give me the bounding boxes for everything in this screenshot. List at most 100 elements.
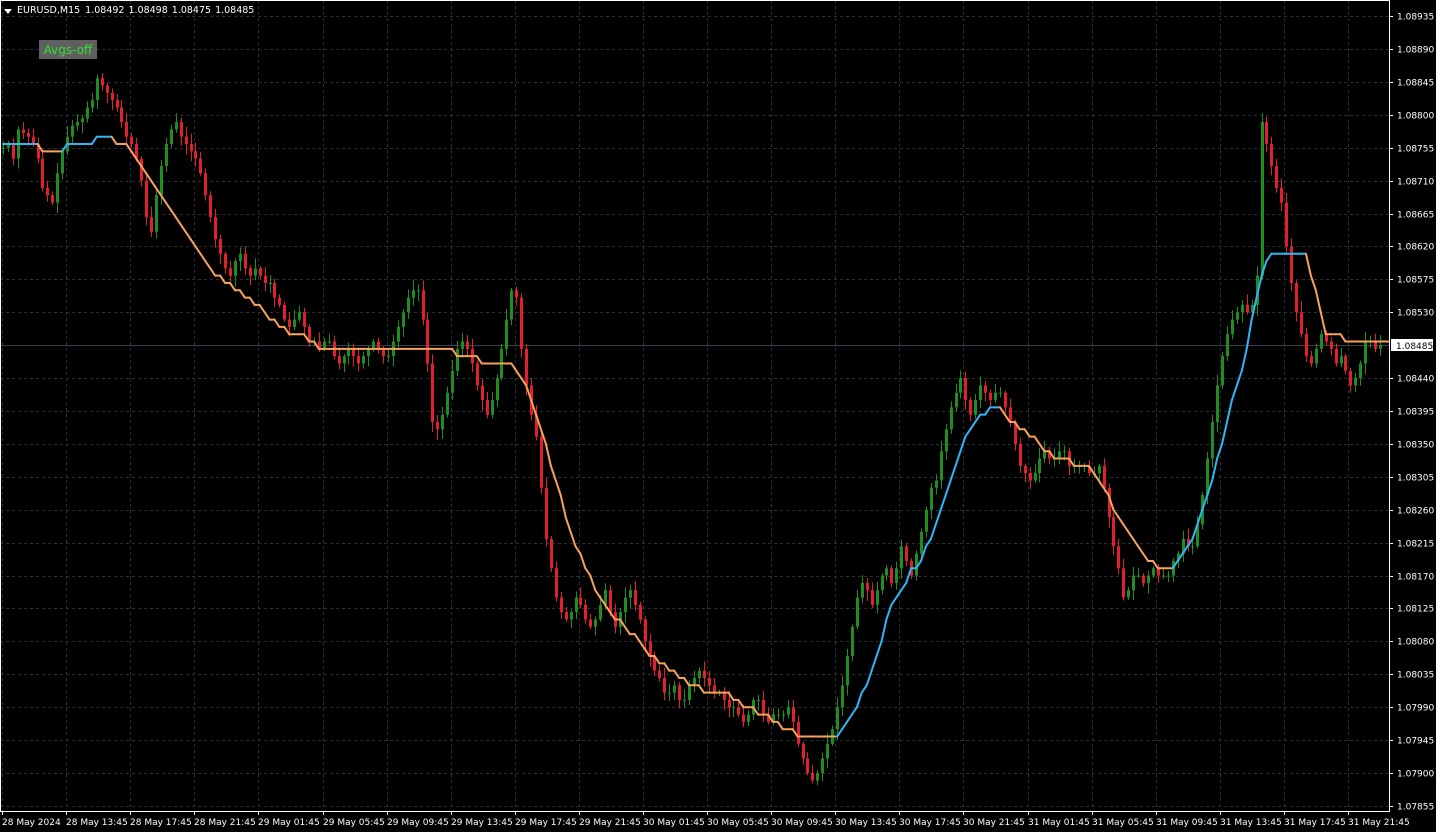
time-axis-label: 30 May 05:45 [707,818,769,828]
high-value: 1.08498 [128,5,168,16]
candle-body [417,290,420,292]
candle-body [1043,451,1046,459]
candle-body [362,356,365,364]
candle-body [1147,575,1150,583]
avgs-off-button[interactable]: Avgs-off [39,40,97,59]
candle-body [372,341,375,349]
candle-body [1241,304,1244,313]
candle-body [165,144,168,166]
candle-body [402,312,405,327]
candle-body [343,356,346,364]
candle-body [1103,465,1106,488]
time-axis-label: 30 May 21:45 [963,818,1025,828]
candle-body [757,699,760,701]
candle-body [1098,465,1101,474]
candle-body [303,312,306,327]
candle-body [1137,575,1140,577]
chart-header: EURUSD,M15 1.08492 1.08498 1.08475 1.084… [4,4,258,17]
candle-body [1320,334,1323,349]
candle-body [1029,473,1032,481]
candle-body [1270,144,1273,166]
candle-body [708,677,711,686]
price-axis-label: 1.08215 [1397,540,1434,550]
candle-body [283,304,286,320]
candle-body [505,319,508,349]
candle-body [27,133,30,137]
candle-body [1246,304,1249,313]
candle-body [1275,165,1278,188]
candle-body [1310,356,1313,364]
candle-body [1122,568,1125,598]
candle-body [219,239,222,254]
candle-body [584,604,587,620]
candle-body [357,356,360,364]
candle-body [678,685,681,700]
candle-body [412,290,415,298]
candle-body [397,326,400,342]
candle-body [999,392,1002,394]
candle-body [1038,458,1041,474]
candle-body [515,290,518,298]
price-axis-label: 1.07900 [1397,770,1434,780]
candle-body [91,100,94,108]
candle-body [71,125,74,137]
candle-body [466,341,469,349]
close-value: 1.08485 [215,5,255,16]
candle-body [1167,575,1170,577]
dropdown-triangle-icon[interactable] [4,8,12,14]
candle-body [446,392,449,415]
time-axis-label: 28 May 13:45 [66,818,128,828]
candle-body [792,707,795,722]
candle-body [540,436,543,488]
time-axis-label: 30 May 09:45 [771,818,833,828]
candle-body [1265,122,1268,145]
candle-body [46,187,49,196]
candle-body [224,253,227,269]
candle-body [579,597,582,605]
symbol-label: EURUSD,M15 [17,5,81,16]
candle-body [1127,590,1130,598]
candle-body [742,714,745,722]
candle-body [950,407,953,430]
candle-body [959,378,962,393]
candle-body [22,129,25,134]
candle-body [520,297,523,349]
candle-body [668,692,671,694]
price-chart[interactable]: 1.08935 1.08890 1.08845 1.08800 1.08755 1.087… [0,0,1436,832]
candle-body [328,341,331,343]
candle-body [347,348,350,357]
candle-body [1231,319,1234,335]
candle-body [32,136,35,145]
candle-body [816,773,819,781]
candle-body [1344,356,1347,371]
candle-body [663,677,666,693]
time-axis-label: 31 May 01:45 [1028,818,1090,828]
price-axis-label: 1.08935 [1397,13,1434,23]
time-axis-label: 30 May 01:45 [643,818,705,828]
candle-body [481,385,484,401]
candle-body [920,531,923,554]
candle-body [974,400,977,415]
candle-body [1132,575,1135,591]
price-axis-label: 1.08845 [1397,79,1434,89]
candle-body [787,707,790,715]
candle-body [382,348,385,357]
candle-body [658,670,661,678]
candle-body [871,590,874,605]
candle-body [125,122,128,137]
price-axis-label: 1.08305 [1397,474,1434,484]
candle-body [239,253,242,262]
candle-body [1236,312,1239,320]
candle-body [846,656,849,686]
candle-body [441,414,444,430]
candle-body [895,568,898,583]
candle-body [945,429,948,452]
time-axis-label: 28 May 2024 [2,818,61,828]
candle-body [76,122,79,126]
candle-body [964,378,967,401]
price-axis-label: 1.07945 [1397,737,1434,747]
candle-body [170,129,173,145]
candle-body [565,612,568,620]
price-axis-label: 1.08395 [1397,408,1434,418]
candle-body [199,158,202,174]
